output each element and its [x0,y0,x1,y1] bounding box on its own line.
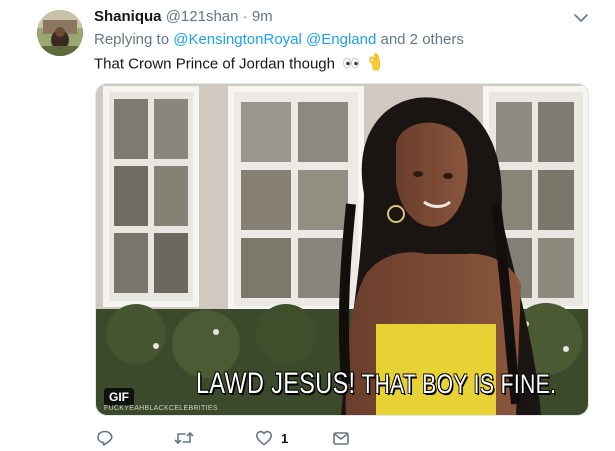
replying-to-line: Replying to @KensingtonRoyal @England an… [94,31,464,49]
avatar-image [37,10,83,56]
ok-hand-emoji-icon [367,53,381,76]
retweet-icon [174,432,194,444]
avatar[interactable] [37,10,83,56]
reply-button[interactable] [96,428,114,448]
tweet-text: That Crown Prince of Jordan though [94,53,381,76]
tweet-actions: 1 [96,428,396,448]
heart-icon [256,430,272,446]
timestamp[interactable]: 9m [252,8,273,25]
reply-icon [97,430,113,446]
eyes-emoji-icon [342,56,360,74]
like-button[interactable]: 1 [255,428,288,448]
gif-caption-part1: LAWD JESUS! [196,367,356,400]
retweet-button[interactable] [174,428,194,448]
replying-suffix[interactable]: and 2 others [380,31,463,48]
mention-link[interactable]: @England [306,31,376,48]
tweet-header: Shaniqua @121shan · 9m [94,8,273,26]
tweet: Shaniqua @121shan · 9m Replying to @Kens… [0,0,615,451]
direct-message-button[interactable] [332,428,350,448]
gif-caption: LAWD JESUS! THAT BOY IS FINE. [196,367,556,401]
gif-badge: GIF [104,388,134,406]
like-count: 1 [281,430,289,446]
separator-dot: · [242,8,248,25]
replying-prefix: Replying to [94,31,170,48]
chevron-down-icon[interactable] [572,9,590,27]
user-handle[interactable]: @121shan [166,8,239,25]
gif-watermark: FUCKYEAHBLACKCELEBRITIES [104,405,218,412]
envelope-icon [333,432,349,445]
display-name[interactable]: Shaniqua [94,8,162,25]
gif-media[interactable]: LAWD JESUS! THAT BOY IS FINE. GIF FUCKYE… [95,83,589,416]
mention-link[interactable]: @KensingtonRoyal [173,31,302,48]
tweet-text-content: That Crown Prince of Jordan though [94,55,335,73]
gif-caption-part2: THAT BOY IS FINE. [361,369,557,399]
